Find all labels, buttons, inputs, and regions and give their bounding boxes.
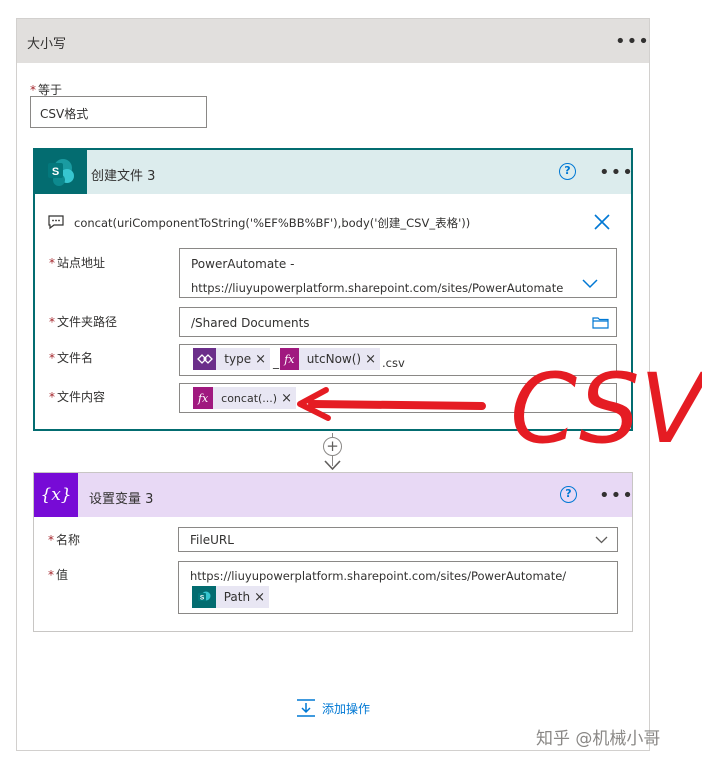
variable-icon: {x} xyxy=(34,473,78,517)
file-content-label: * 文件内容 xyxy=(49,390,106,404)
folder-icon[interactable] xyxy=(592,316,609,329)
add-action-button[interactable]: 添加操作 xyxy=(296,698,370,718)
path-token[interactable]: S Path × xyxy=(192,586,269,608)
variable-name-dropdown[interactable]: FileURL xyxy=(178,527,618,552)
site-address-dropdown[interactable]: PowerAutomate - https://liuyupowerplatfo… xyxy=(179,248,617,298)
csv-annotation: CSV xyxy=(297,353,702,458)
create-file-header[interactable]: S 创建文件 3 ? ••• xyxy=(35,150,634,194)
watermark: 知乎 @机械小哥 xyxy=(536,729,661,749)
comment-icon xyxy=(48,215,64,230)
help-icon[interactable]: ? xyxy=(559,163,576,180)
help-icon[interactable]: ? xyxy=(560,486,577,503)
function-icon: fx xyxy=(193,387,214,409)
add-action-icon xyxy=(297,699,315,717)
sharepoint-icon: S xyxy=(192,586,216,608)
annotation-text: CSV xyxy=(510,353,702,458)
case-more-icon[interactable]: ••• xyxy=(615,33,650,51)
type-token[interactable]: type × xyxy=(193,348,270,370)
expression-text: concat(uriComponentToString('%EF%BB%BF')… xyxy=(74,216,471,230)
remove-token-icon[interactable]: × xyxy=(254,590,269,605)
set-variable-title: 设置变量 3 xyxy=(89,492,154,507)
file-name-label: * 文件名 xyxy=(49,351,94,365)
chevron-down-icon[interactable] xyxy=(595,536,608,544)
site-line1: PowerAutomate - xyxy=(191,257,295,271)
equals-input[interactable]: CSV格式 xyxy=(30,96,207,128)
folder-path-label: * 文件夹路径 xyxy=(49,315,118,329)
dataverse-icon xyxy=(193,348,217,370)
case-header[interactable]: 大小写 ••• xyxy=(17,19,649,63)
site-address-label: * 站点地址 xyxy=(49,256,106,270)
folder-path-input[interactable]: /Shared Documents xyxy=(179,307,617,337)
create-file-title: 创建文件 3 xyxy=(91,169,156,184)
card-more-icon[interactable]: ••• xyxy=(599,164,634,182)
concat-token[interactable]: fx concat(...) × xyxy=(193,387,296,409)
case-title: 大小写 xyxy=(27,37,67,52)
set-variable-header[interactable]: {x} 设置变量 3 ? ••• xyxy=(34,473,634,517)
svg-text:S: S xyxy=(200,595,205,602)
arrow-down-icon xyxy=(324,460,341,471)
chevron-down-icon[interactable] xyxy=(582,279,598,289)
card-more-icon[interactable]: ••• xyxy=(599,487,634,505)
remove-token-icon[interactable]: × xyxy=(255,352,270,367)
svg-text:S: S xyxy=(52,166,59,178)
variable-name-label: * 名称 xyxy=(48,533,81,547)
close-icon[interactable] xyxy=(593,213,611,231)
variable-value-label: * 值 xyxy=(48,568,69,582)
sharepoint-icon: S xyxy=(35,150,87,194)
filename-separator: _ xyxy=(273,355,279,369)
site-line2: https://liuyupowerplatform.sharepoint.co… xyxy=(191,281,564,295)
